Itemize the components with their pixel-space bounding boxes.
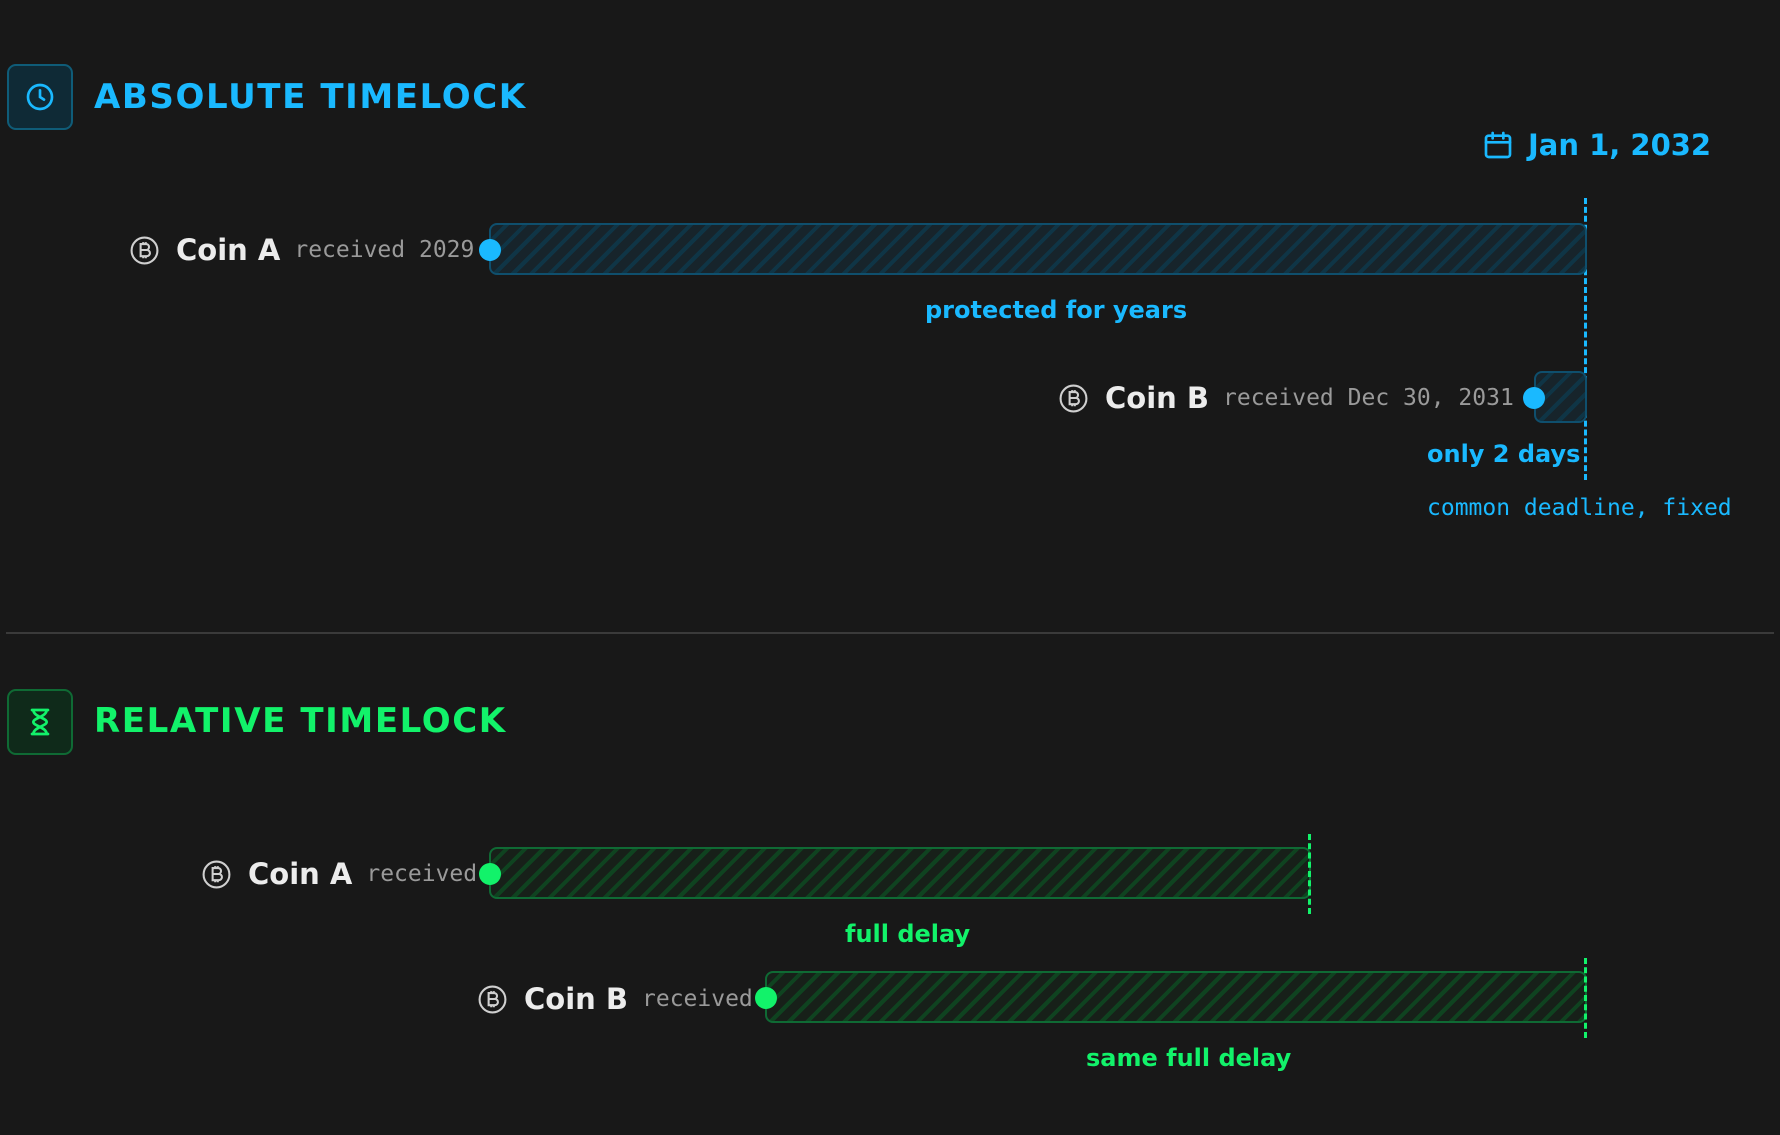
abs-coin-a-bar [489,223,1587,275]
bitcoin-icon [202,860,231,888]
deadline-label: Jan 1, 2032 [1482,128,1711,162]
rel-coin-b-dot [755,987,777,1009]
coin-received: received 2029 [294,237,475,263]
hourglass-icon [30,708,50,736]
clock-icon [26,83,54,111]
relative-section-icon-box [7,689,73,755]
bitcoin-icon [1059,384,1088,412]
abs-coin-a-dot [479,239,501,261]
calendar-icon [1484,131,1512,159]
coin-received: received Dec 30, 2031 [1223,385,1514,411]
rel-coin-a-dot [479,863,501,885]
relative-title: RELATIVE TIMELOCK [94,701,507,741]
coin-name: Coin A [176,233,281,267]
section-divider [6,632,1774,634]
rel-coin-b-end-line [1584,958,1587,1038]
coin-name: Coin A [248,857,353,891]
bitcoin-icon [130,236,159,264]
coin-received: received [642,986,753,1012]
rel-coin-a-end-line [1308,834,1311,914]
rel-coin-a-label: Coin A received [201,854,477,894]
abs-coin-a-label: Coin A received 2029 [129,230,474,270]
absolute-section-icon-box [7,64,73,130]
abs-coin-b-caption: only 2 days [1427,440,1581,468]
absolute-title: ABSOLUTE TIMELOCK [94,77,527,117]
rel-coin-a-caption: full delay [845,920,971,948]
abs-coin-a-caption: protected for years [925,296,1188,324]
coin-name: Coin B [524,982,628,1016]
rel-coin-b-label: Coin B received [477,979,753,1019]
coin-name: Coin B [1105,381,1209,415]
rel-coin-a-bar [489,847,1311,899]
rel-coin-b-bar [765,971,1587,1023]
bitcoin-icon [478,985,507,1013]
coin-received: received [366,861,478,887]
abs-coin-b-dot [1523,387,1545,409]
deadline-note: common deadline, fixed [1427,495,1732,521]
rel-coin-b-caption: same full delay [1086,1044,1292,1072]
abs-coin-b-label: Coin B received Dec 30, 2031 [1058,378,1514,418]
deadline-date: Jan 1, 2032 [1528,128,1712,162]
